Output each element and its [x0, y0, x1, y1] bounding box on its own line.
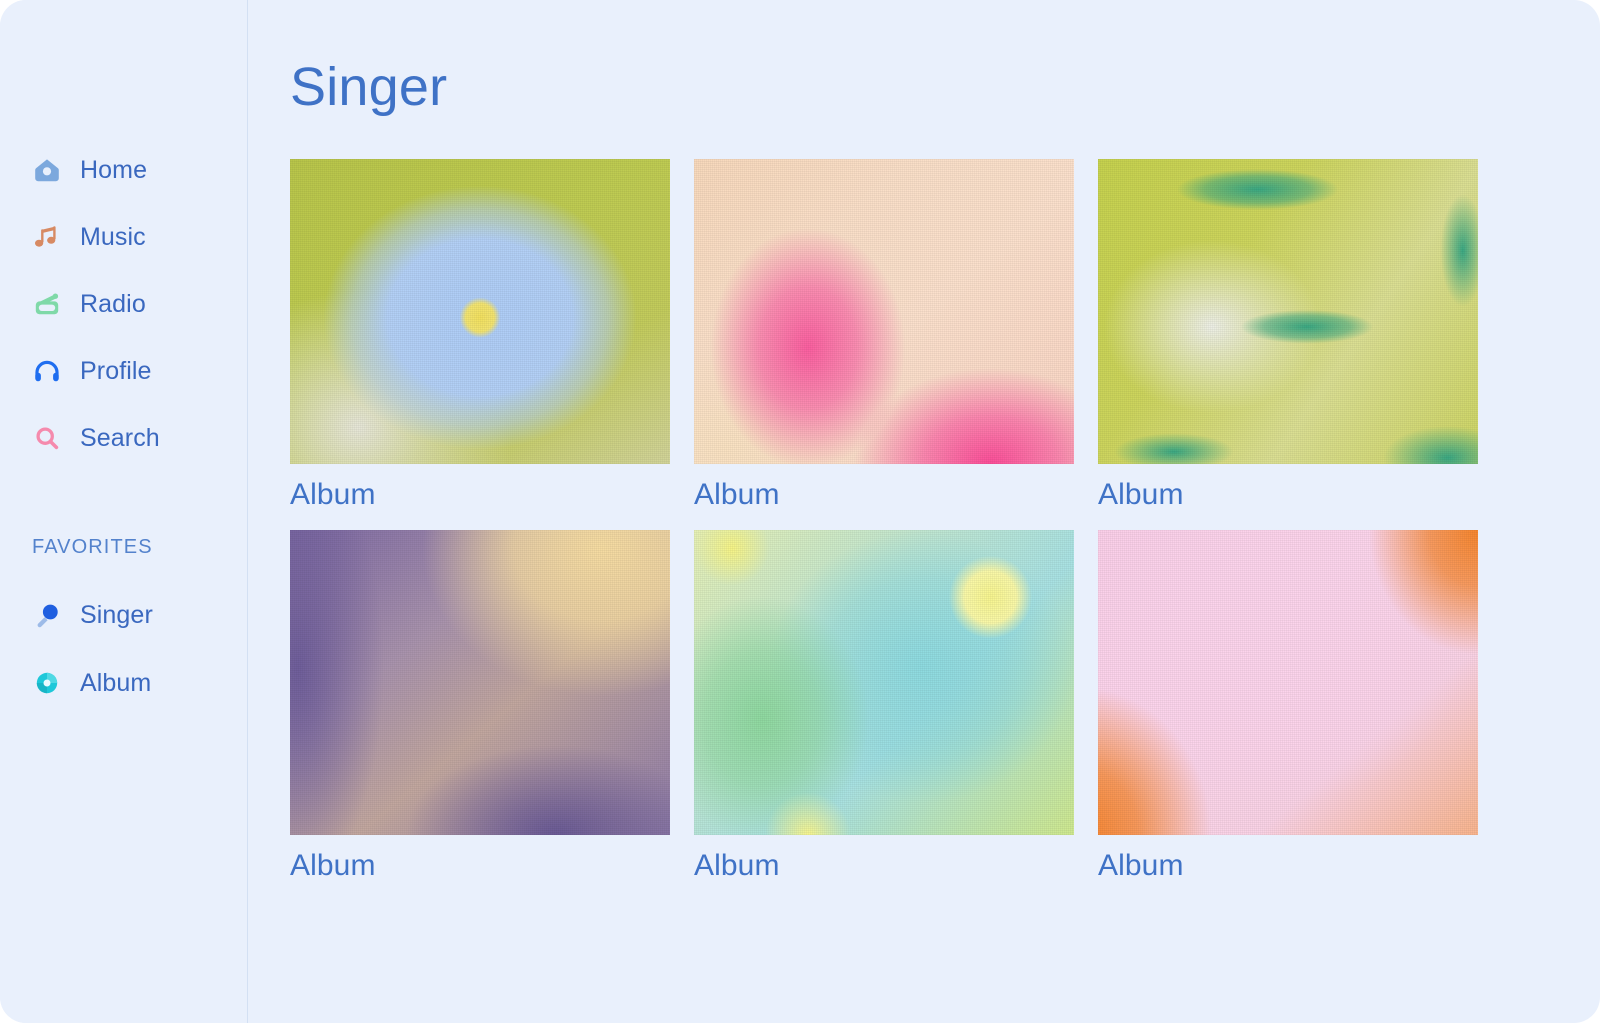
sidebar-item-singer[interactable]: Singer [0, 595, 247, 635]
album-card[interactable]: Album [1098, 530, 1478, 883]
blue-diamond-yellow-sun-gradient[interactable] [290, 159, 670, 465]
purple-gold-gradient[interactable] [290, 530, 670, 836]
album-title: Album [694, 849, 780, 883]
grain-overlay [290, 159, 670, 465]
album-card[interactable]: Album [290, 530, 670, 883]
sidebar-item-album[interactable]: Album [0, 663, 247, 703]
grain-overlay [290, 530, 670, 836]
album-card[interactable]: Album [1098, 159, 1478, 512]
peach-pink-gradient[interactable] [694, 159, 1074, 465]
music-note-icon [32, 222, 62, 252]
sidebar: Home Music Radio Profile Search FAVORITE… [0, 0, 248, 1023]
microphone-icon [32, 600, 62, 630]
app-window: Home Music Radio Profile Search FAVORITE… [0, 0, 1600, 1023]
sidebar-item-label: Radio [80, 289, 146, 318]
sidebar-item-label: Album [80, 668, 152, 697]
sidebar-item-label: Singer [80, 600, 153, 629]
sidebar-item-label: Profile [80, 356, 152, 385]
pink-orange-gradient[interactable] [1098, 530, 1478, 836]
album-title: Album [1098, 849, 1184, 883]
sidebar-item-search[interactable]: Search [0, 418, 247, 458]
lime-teal-blobs-gradient[interactable] [1098, 159, 1478, 465]
grain-overlay [1098, 530, 1478, 836]
sidebar-item-profile[interactable]: Profile [0, 351, 247, 391]
headphones-icon [32, 356, 62, 386]
album-title: Album [290, 849, 376, 883]
album-card[interactable]: Album [694, 530, 1074, 883]
main-content: Singer Album Album Album Album Album Alb… [248, 0, 1600, 1023]
sidebar-item-home[interactable]: Home [0, 150, 247, 190]
primary-nav: Home Music Radio Profile Search [0, 150, 247, 458]
aqua-yellow-sun-gradient[interactable] [694, 530, 1074, 836]
album-card[interactable]: Album [290, 159, 670, 512]
grain-overlay [694, 159, 1074, 465]
favorites-heading: FAVORITES [32, 536, 153, 558]
favorites-nav: Singer Album [0, 595, 247, 731]
radio-icon [32, 289, 62, 319]
sidebar-item-label: Search [80, 423, 160, 452]
album-title: Album [694, 478, 780, 512]
album-title: Album [1098, 478, 1184, 512]
sidebar-item-radio[interactable]: Radio [0, 284, 247, 324]
album-title: Album [290, 478, 376, 512]
house-icon [32, 155, 62, 185]
vinyl-record-icon [32, 668, 62, 698]
sidebar-item-music[interactable]: Music [0, 217, 247, 257]
search-icon [32, 423, 62, 453]
sidebar-item-label: Music [80, 222, 146, 251]
album-grid: Album Album Album Album Album Album [290, 159, 1600, 883]
album-card[interactable]: Album [694, 159, 1074, 512]
grain-overlay [694, 530, 1074, 836]
grain-overlay [1098, 159, 1478, 465]
sidebar-item-label: Home [80, 155, 148, 184]
page-title: Singer [290, 57, 448, 117]
